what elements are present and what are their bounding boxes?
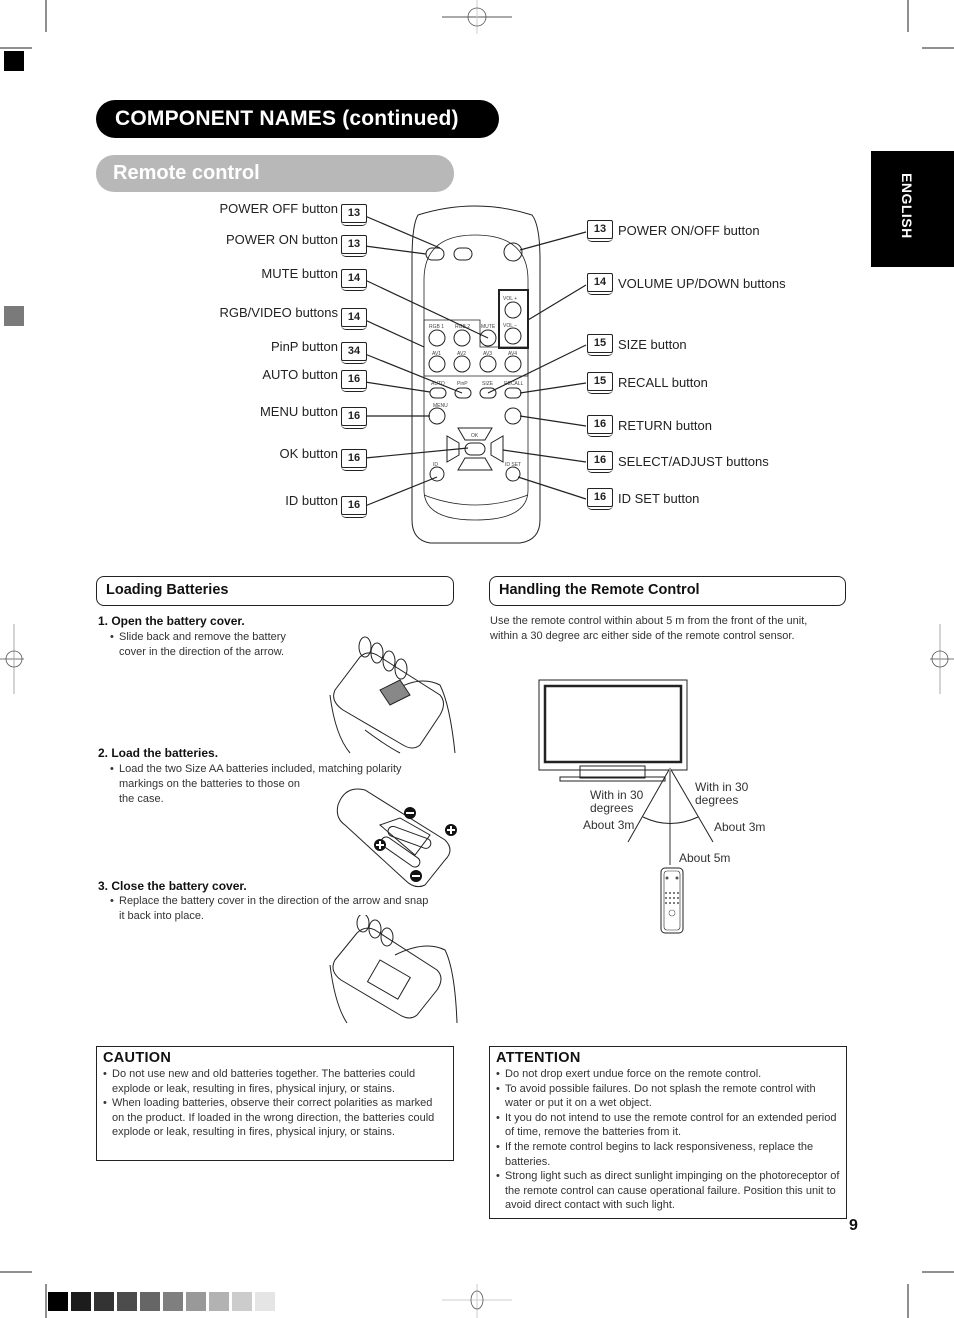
- step-1-text: • Slide back and remove the battery cover…: [110, 630, 330, 660]
- left-angle-line: degrees: [590, 801, 634, 815]
- callout-label: RECALL button: [618, 375, 708, 390]
- remote-key-vol-plus: VOL +: [503, 296, 517, 302]
- page-ref-badge: 34: [341, 342, 367, 364]
- grayscale-swatch: [209, 1292, 229, 1311]
- page-number: 9: [849, 1217, 858, 1234]
- grayscale-swatch: [117, 1292, 137, 1311]
- step-1-line: Slide back and remove the battery: [119, 631, 286, 643]
- caution-item: When loading batteries, observe their co…: [103, 1096, 447, 1140]
- step-1-line: cover in the direction of the arrow.: [119, 646, 285, 658]
- attention-list: Do not drop exert undue force on the rem…: [496, 1067, 840, 1213]
- callout-label: VOLUME UP/DOWN buttons: [618, 276, 786, 291]
- page-ref-badge: 14: [341, 308, 367, 330]
- attention-item: Do not drop exert undue force on the rem…: [496, 1067, 840, 1082]
- remote-key-idset: ID SET: [505, 462, 521, 468]
- caution-heading: CAUTION: [103, 1050, 172, 1066]
- page-ref-badge: 13: [341, 235, 367, 257]
- step-2-line: Load the two Size AA batteries included,…: [119, 763, 402, 775]
- page-ref-badge: 16: [341, 496, 367, 518]
- page-ref-badge: 13: [341, 204, 367, 226]
- step-2-title: 2. Load the batteries.: [98, 746, 219, 760]
- right-angle-label: With in 30 degrees: [695, 781, 748, 807]
- page-ref-badge: 16: [341, 407, 367, 429]
- callout-label: MENU button: [259, 404, 338, 419]
- page-ref-badge: 15: [587, 372, 613, 394]
- callout-label: PinP button: [271, 339, 338, 354]
- remote-key-av4: AV4: [508, 351, 517, 357]
- callout-label: OK button: [279, 446, 338, 461]
- grayscale-swatch: [94, 1292, 114, 1311]
- page-ref-badge: 13: [587, 220, 613, 242]
- grayscale-swatch: [255, 1292, 275, 1311]
- remote-key-auto: AUTO: [431, 381, 445, 387]
- handling-line: Use the remote control within about 5 m …: [490, 615, 808, 627]
- page-ref-badge: 16: [341, 370, 367, 392]
- page-ref-badge: 15: [587, 334, 613, 356]
- callout-label: AUTO button: [262, 367, 338, 382]
- remote-key-av3: AV3: [483, 351, 492, 357]
- callout-label: SELECT/ADJUST buttons: [618, 454, 769, 469]
- callout-label: MUTE button: [261, 266, 338, 281]
- callout-label: POWER OFF button: [219, 201, 338, 216]
- attention-item: Strong light such as direct sunlight imp…: [496, 1169, 840, 1213]
- page-ref-badge: 16: [587, 451, 613, 473]
- step-1-title: 1. Open the battery cover.: [98, 614, 245, 628]
- right-angle-line: degrees: [695, 793, 739, 807]
- caution-list: Do not use new and old batteries togethe…: [103, 1067, 447, 1140]
- attention-item: If the remote control begins to lack res…: [496, 1140, 840, 1169]
- grayscale-swatch: [71, 1292, 91, 1311]
- right-distance-label: About 3m: [714, 820, 766, 834]
- remote-key-rgb2: RGB 2: [455, 324, 470, 330]
- attention-item: To avoid possible failures. Do not splas…: [496, 1082, 840, 1111]
- step-3-title: 3. Close the battery cover.: [98, 879, 247, 893]
- remote-key-id: ID: [433, 462, 438, 468]
- handling-description: Use the remote control within about 5 m …: [490, 614, 850, 644]
- grayscale-swatch: [163, 1292, 183, 1311]
- attention-heading: ATTENTION: [496, 1050, 581, 1066]
- remote-key-mute: MUTE: [481, 324, 496, 330]
- callout-label: RGB/VIDEO buttons: [219, 305, 339, 320]
- page-ref-badge: 14: [341, 269, 367, 291]
- grayscale-swatch: [140, 1292, 160, 1311]
- attention-box: ATTENTION Do not drop exert undue force …: [489, 1046, 847, 1219]
- open-battery-cover-illustration: [329, 636, 456, 754]
- remote-key-size: SIZE: [482, 381, 494, 387]
- remote-key-pinp: PinP: [457, 381, 468, 387]
- left-angle-label: With in 30 degrees: [590, 789, 643, 815]
- center-distance-label: About 5m: [679, 851, 731, 865]
- remote-key-av2: AV2: [457, 351, 466, 357]
- loading-batteries-heading: Loading Batteries: [96, 576, 454, 606]
- page-ref-badge: 16: [587, 488, 613, 510]
- callout-label: ID SET button: [618, 491, 700, 506]
- left-distance-label: About 3m: [583, 818, 635, 832]
- load-batteries-illustration: [336, 788, 457, 888]
- attention-item: It you do not intend to use the remote c…: [496, 1111, 840, 1140]
- callout-label: RETURN button: [618, 418, 712, 433]
- grayscale-swatch: [232, 1292, 252, 1311]
- caution-box: CAUTION Do not use new and old batteries…: [96, 1046, 454, 1161]
- page-ref-badge: 16: [341, 449, 367, 471]
- caution-item: Do not use new and old batteries togethe…: [103, 1067, 447, 1096]
- callout-label: POWER ON button: [226, 232, 338, 247]
- grayscale-swatch: [48, 1292, 68, 1311]
- remote-key-vol-minus: VOL −: [503, 323, 517, 329]
- page-ref-badge: 16: [587, 415, 613, 437]
- page-ref-badge: 14: [587, 273, 613, 295]
- handling-line: within a 30 degree arc either side of th…: [490, 630, 795, 642]
- remote-key-menu: MENU: [433, 403, 448, 409]
- callout-label: POWER ON/OFF button: [618, 223, 760, 238]
- step-3-line: Replace the battery cover in the directi…: [119, 895, 429, 907]
- close-battery-cover-illustration: [329, 915, 458, 1024]
- callout-label: ID button: [285, 493, 338, 508]
- remote-key-ok: OK: [471, 433, 479, 439]
- remote-key-recall: RECALL: [504, 381, 524, 387]
- remote-range-diagram: [538, 679, 714, 934]
- remote-key-av1: AV1: [432, 351, 441, 357]
- handling-heading: Handling the Remote Control: [489, 576, 846, 606]
- grayscale-swatch: [186, 1292, 206, 1311]
- callout-label: SIZE button: [618, 337, 687, 352]
- remote-key-rgb1: RGB 1: [429, 324, 444, 330]
